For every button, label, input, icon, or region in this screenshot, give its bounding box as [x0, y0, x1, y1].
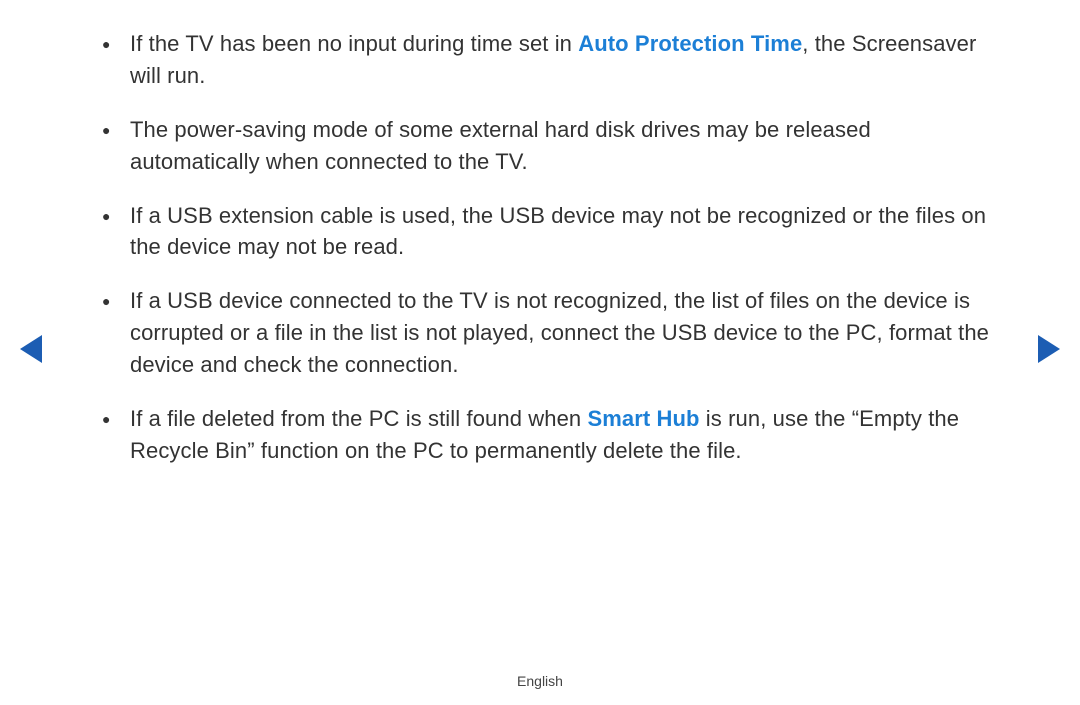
bullet-text-pre: If a USB device connected to the TV is n…	[130, 288, 989, 377]
list-item: If a file deleted from the PC is still f…	[90, 403, 990, 467]
bullet-text-pre: If a file deleted from the PC is still f…	[130, 406, 587, 431]
bullet-text-pre: The power-saving mode of some external h…	[130, 117, 871, 174]
bullet-list: If the TV has been no input during time …	[90, 28, 990, 467]
document-content: If the TV has been no input during time …	[0, 0, 1080, 467]
list-item: If the TV has been no input during time …	[90, 28, 990, 92]
list-item: If a USB device connected to the TV is n…	[90, 285, 990, 381]
list-item: The power-saving mode of some external h…	[90, 114, 990, 178]
highlight-smart-hub: Smart Hub	[587, 406, 699, 431]
footer-language: English	[0, 673, 1080, 689]
bullet-text-pre: If a USB extension cable is used, the US…	[130, 203, 986, 260]
next-page-arrow-icon[interactable]	[1038, 335, 1060, 363]
list-item: If a USB extension cable is used, the US…	[90, 200, 990, 264]
prev-page-arrow-icon[interactable]	[20, 335, 42, 363]
bullet-text-pre: If the TV has been no input during time …	[130, 31, 578, 56]
highlight-auto-protection-time: Auto Protection Time	[578, 31, 802, 56]
